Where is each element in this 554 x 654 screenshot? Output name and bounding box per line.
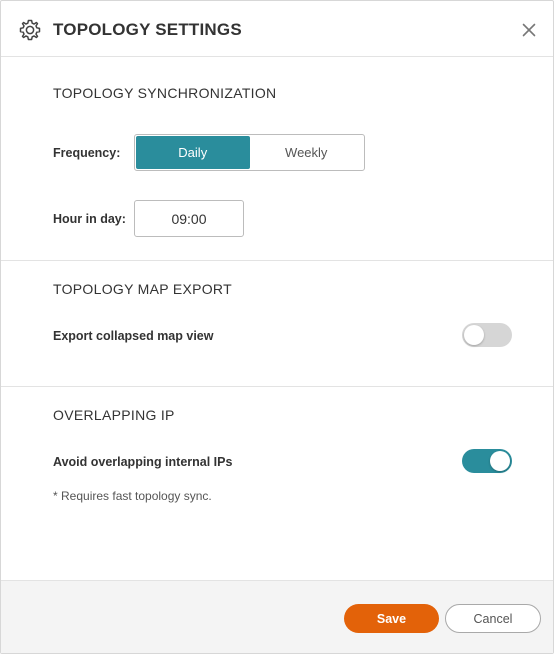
frequency-selector: Daily Weekly [134, 134, 365, 171]
frequency-option-weekly[interactable]: Weekly [250, 136, 364, 169]
export-collapsed-toggle[interactable] [462, 323, 512, 347]
frequency-label: Frequency: [53, 146, 121, 160]
toggle-knob [490, 451, 510, 471]
avoid-overlap-label: Avoid overlapping internal IPs [53, 455, 233, 469]
section-divider [1, 260, 553, 261]
export-collapsed-label: Export collapsed map view [53, 329, 214, 343]
section-title-sync: TOPOLOGY SYNCHRONIZATION [53, 85, 277, 101]
cancel-button[interactable]: Cancel [445, 604, 541, 633]
dialog-footer: Save Cancel [1, 580, 553, 653]
section-title-overlap: OVERLAPPING IP [53, 407, 175, 423]
hour-input[interactable] [134, 200, 244, 237]
hour-label: Hour in day: [53, 212, 126, 226]
section-title-export: TOPOLOGY MAP EXPORT [53, 281, 232, 297]
topology-settings-dialog: TOPOLOGY SETTINGS TOPOLOGY SYNCHRONIZATI… [0, 0, 554, 654]
close-icon[interactable] [517, 18, 541, 42]
dialog-title: TOPOLOGY SETTINGS [53, 20, 242, 39]
avoid-overlap-toggle[interactable] [462, 449, 512, 473]
toggle-knob [464, 325, 484, 345]
sync-requirement-note: * Requires fast topology sync. [53, 489, 212, 503]
frequency-option-daily[interactable]: Daily [136, 136, 250, 169]
section-divider [1, 386, 553, 387]
dialog-header: TOPOLOGY SETTINGS [1, 1, 553, 57]
save-button[interactable]: Save [344, 604, 439, 633]
gear-icon [19, 19, 41, 41]
